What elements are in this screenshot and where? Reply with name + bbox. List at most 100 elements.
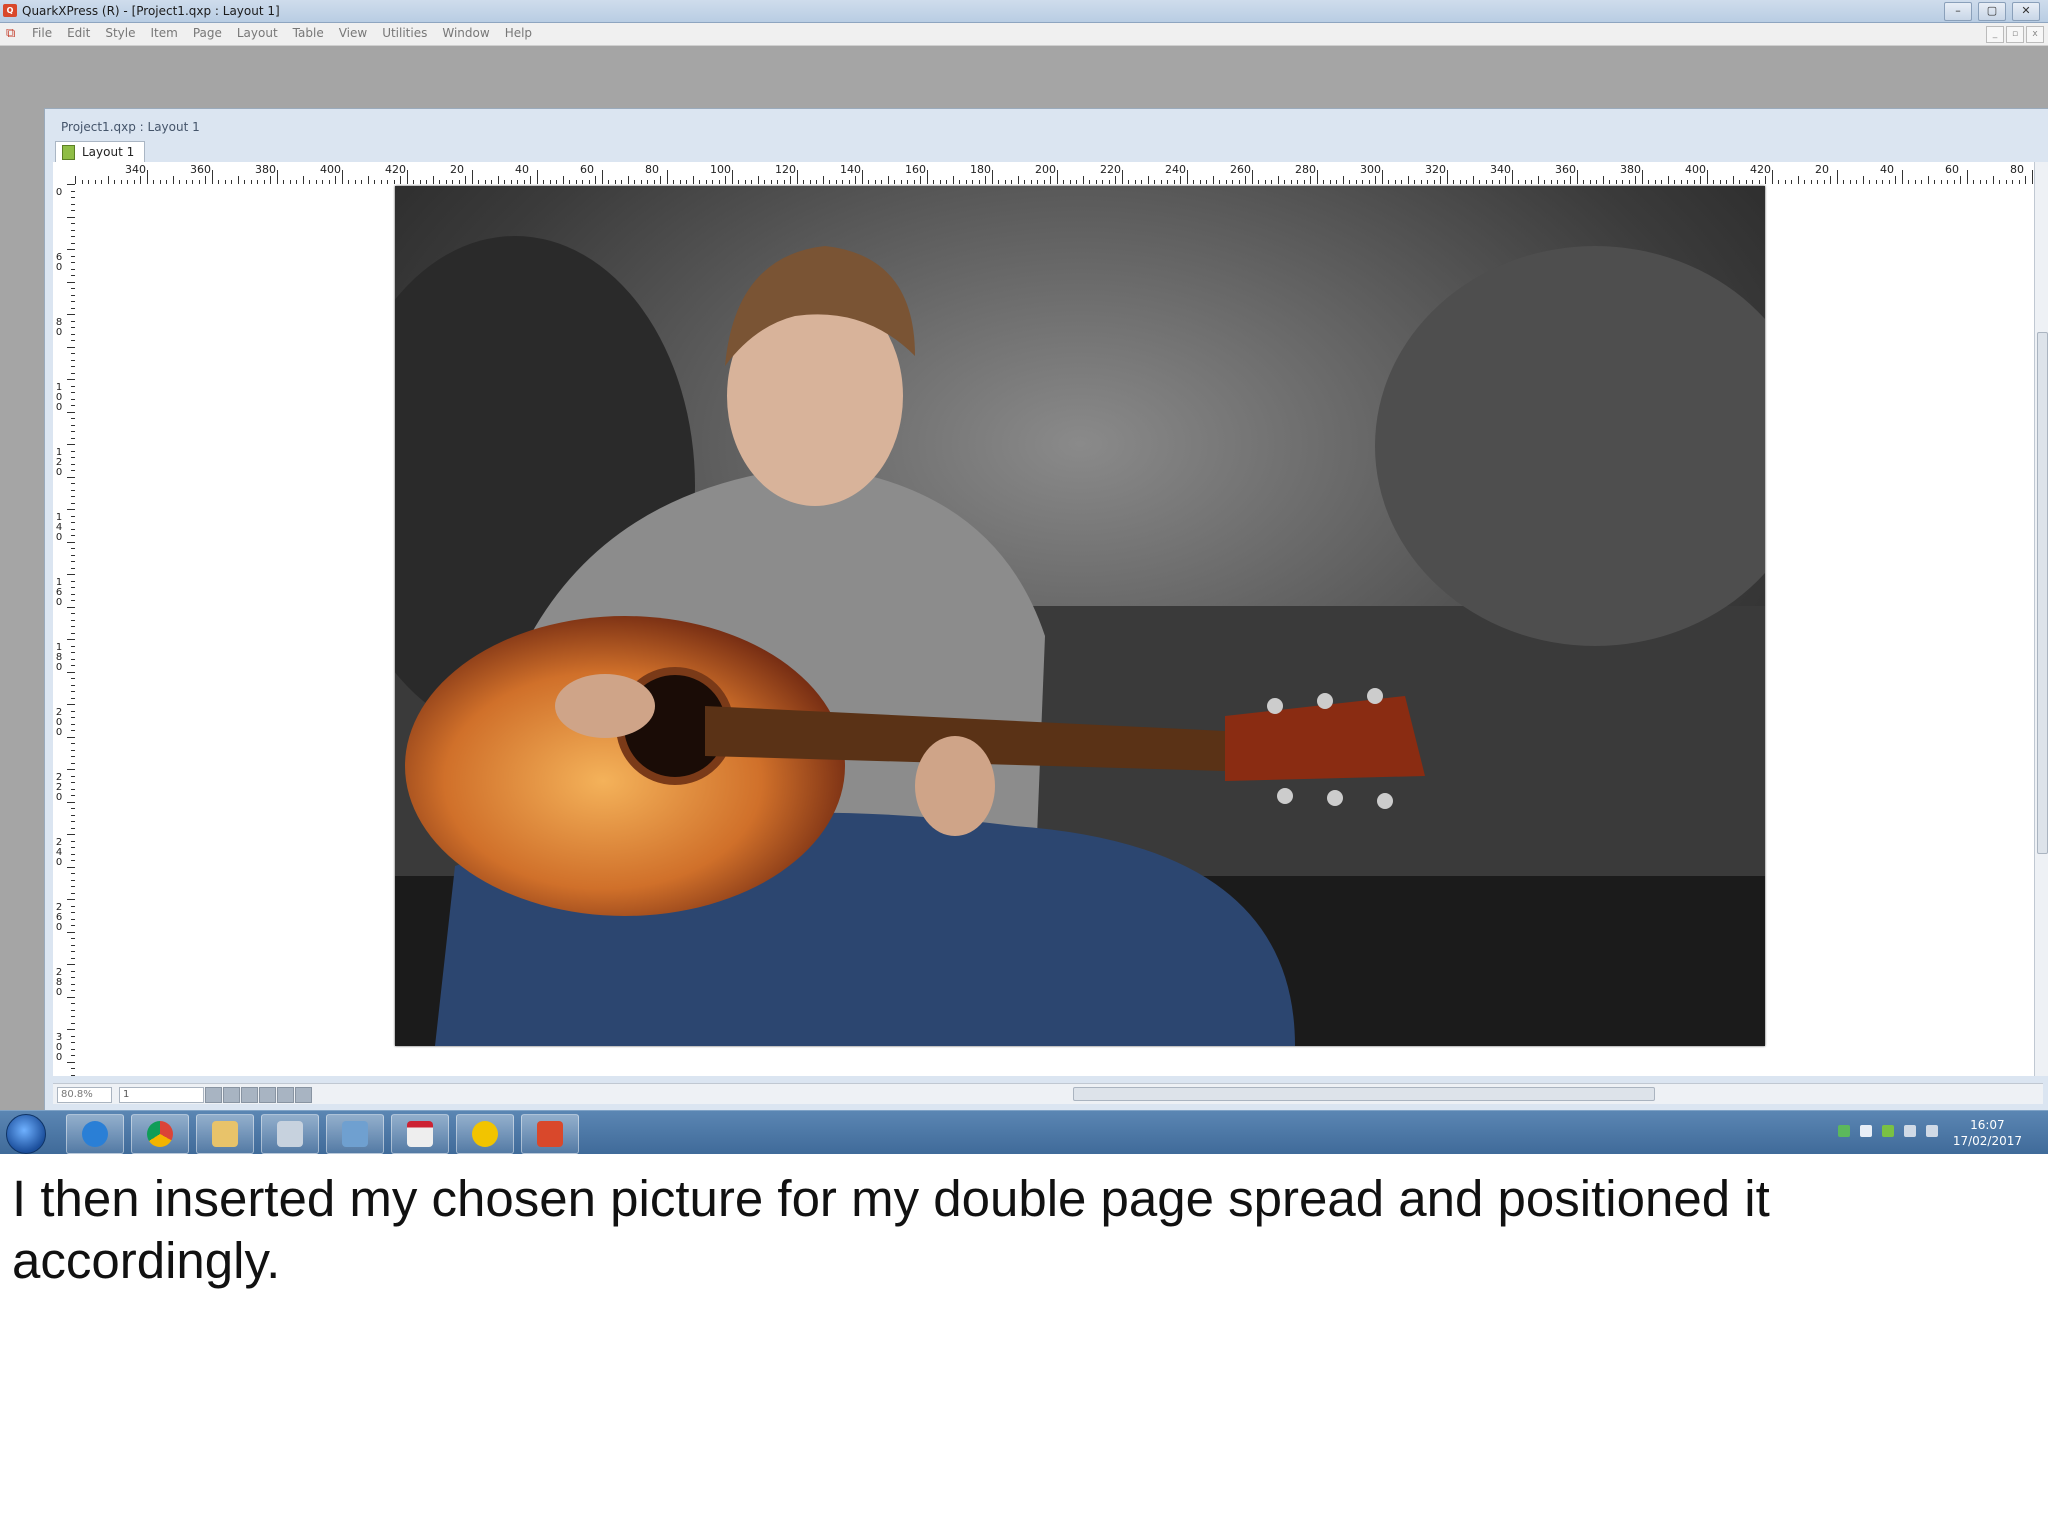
ruler-tick bbox=[1277, 176, 1279, 184]
window-title: QuarkXPress (R) - [Project1.qxp : Layout… bbox=[22, 4, 280, 18]
ruler-tick bbox=[67, 736, 75, 738]
menu-view[interactable]: View bbox=[339, 26, 376, 40]
taskbar-quarkxpress[interactable] bbox=[521, 1114, 579, 1154]
ruler-label: 40 bbox=[1880, 163, 1894, 176]
ruler-tick bbox=[887, 176, 889, 184]
ruler-tick bbox=[757, 176, 759, 184]
vertical-scroll-thumb[interactable] bbox=[2037, 332, 2048, 854]
ruler-tick bbox=[67, 379, 75, 380]
ruler-tick bbox=[335, 176, 336, 184]
menu-page[interactable]: Page bbox=[193, 26, 231, 40]
taskbar-internet-explorer[interactable] bbox=[66, 1114, 124, 1154]
ruler-label: 420 bbox=[1750, 163, 1771, 176]
ruler-tick bbox=[67, 444, 75, 445]
start-button[interactable] bbox=[6, 1114, 46, 1154]
ruler-tick bbox=[790, 176, 791, 184]
menu-table[interactable]: Table bbox=[293, 26, 333, 40]
close-button[interactable]: ✕ bbox=[2012, 2, 2040, 21]
ruler-label: 60 bbox=[580, 163, 594, 176]
update-icon[interactable] bbox=[1882, 1125, 1894, 1137]
window-app-icon bbox=[342, 1121, 368, 1147]
ruler-label: 100 bbox=[55, 382, 63, 413]
ruler-label: 0 bbox=[55, 187, 63, 198]
page-number-field[interactable]: 1 bbox=[119, 1087, 204, 1103]
menu-file[interactable]: File bbox=[32, 26, 61, 40]
document-window: Project1.qxp : Layout 1 Layout 1 340 360 3… bbox=[44, 108, 2048, 1112]
layout-tab[interactable]: Layout 1 bbox=[55, 141, 146, 162]
ruler-tick bbox=[985, 176, 986, 184]
spread-view-button[interactable] bbox=[259, 1087, 276, 1103]
ruler-tick bbox=[1472, 176, 1474, 184]
ruler-tick bbox=[67, 931, 75, 933]
ruler-major-tick bbox=[147, 170, 148, 184]
ruler-tick bbox=[692, 176, 694, 184]
ruler-label: 80 bbox=[645, 163, 659, 176]
horizontal-ruler[interactable]: 340 360 380 400 420 20 40 60 80 100 120 140 160 180 20… bbox=[75, 162, 2035, 185]
taskbar-file-explorer[interactable] bbox=[196, 1114, 254, 1154]
menu-help[interactable]: Help bbox=[505, 26, 541, 40]
menu-window[interactable]: Window bbox=[442, 26, 498, 40]
network-icon[interactable] bbox=[1904, 1125, 1916, 1137]
ruler-tick bbox=[67, 249, 75, 250]
ruler-tick bbox=[2025, 176, 2026, 184]
vertical-ruler[interactable]: 0 60 80 100 120 140 160 180 200 220 240 260 280 300 bbox=[53, 184, 76, 1076]
quarkxpress-icon bbox=[537, 1121, 563, 1147]
ruler-label: 100 bbox=[710, 163, 731, 176]
page-view-button[interactable] bbox=[241, 1087, 258, 1103]
ruler-label: 420 bbox=[385, 163, 406, 176]
ruler-tick bbox=[855, 176, 856, 184]
taskbar-badge-app[interactable] bbox=[456, 1114, 514, 1154]
ruler-label: 80 bbox=[55, 317, 63, 338]
system-clock[interactable]: 16:07 17/02/2017 bbox=[1953, 1117, 2022, 1149]
ruler-tick bbox=[67, 411, 75, 413]
taskbar-snipping-tool[interactable] bbox=[261, 1114, 319, 1154]
ruler-major-tick bbox=[1967, 170, 1968, 184]
export-button[interactable] bbox=[295, 1087, 312, 1103]
security-icon[interactable] bbox=[1838, 1125, 1850, 1137]
menu-edit[interactable]: Edit bbox=[67, 26, 99, 40]
snipping-tool-icon bbox=[277, 1121, 303, 1147]
vertical-scrollbar[interactable] bbox=[2034, 162, 2048, 1076]
ruler-tick bbox=[67, 314, 75, 315]
ruler-major-tick bbox=[732, 170, 733, 184]
doc-close-button[interactable]: x bbox=[2026, 26, 2044, 43]
shield-icon[interactable] bbox=[1860, 1125, 1872, 1137]
menu-item[interactable]: Item bbox=[150, 26, 186, 40]
ruler-label: 40 bbox=[515, 163, 529, 176]
menu-layout[interactable]: Layout bbox=[237, 26, 287, 40]
ruler-tick bbox=[367, 176, 369, 184]
volume-muted-icon[interactable] bbox=[1926, 1125, 1938, 1137]
ruler-tick bbox=[1082, 176, 1084, 184]
ruler-origin[interactable] bbox=[53, 162, 76, 185]
horizontal-scroll-thumb[interactable] bbox=[1073, 1087, 1655, 1101]
ruler-tick bbox=[67, 769, 75, 770]
ruler-tick bbox=[107, 176, 109, 184]
guitar-photo[interactable] bbox=[395, 186, 1765, 1046]
previous-page-button[interactable] bbox=[205, 1087, 222, 1103]
ruler-major-tick bbox=[1057, 170, 1058, 184]
doc-restore-button[interactable]: ▫ bbox=[2006, 26, 2024, 43]
ruler-tick bbox=[595, 176, 596, 184]
next-page-button[interactable] bbox=[223, 1087, 240, 1103]
minimize-button[interactable]: – bbox=[1944, 2, 1972, 21]
taskbar-chrome[interactable] bbox=[131, 1114, 189, 1154]
ruler-tick bbox=[1797, 176, 1799, 184]
menu-utilities[interactable]: Utilities bbox=[382, 26, 436, 40]
doc-minimize-button[interactable]: _ bbox=[1986, 26, 2004, 43]
menu-bar: ⧉ File Edit Style Item Page Layout Table… bbox=[0, 23, 2048, 46]
ruler-major-tick bbox=[1122, 170, 1123, 184]
maximize-button[interactable]: ▢ bbox=[1978, 2, 2006, 21]
ruler-tick bbox=[1960, 176, 1961, 184]
zoom-field[interactable]: 80.8% bbox=[57, 1087, 112, 1103]
ruler-tick bbox=[1537, 176, 1539, 184]
split-view-button[interactable] bbox=[277, 1087, 294, 1103]
ruler-major-tick bbox=[602, 170, 603, 184]
taskbar-calendar[interactable] bbox=[391, 1114, 449, 1154]
page-canvas[interactable] bbox=[75, 184, 2035, 1076]
menu-style[interactable]: Style bbox=[105, 26, 144, 40]
document-menu-icon[interactable]: ⧉ bbox=[6, 27, 22, 41]
ruler-major-tick bbox=[537, 170, 538, 184]
ruler-major-tick bbox=[1187, 170, 1188, 184]
layout-tab-label: Layout 1 bbox=[82, 145, 135, 159]
taskbar-window-app[interactable] bbox=[326, 1114, 384, 1154]
